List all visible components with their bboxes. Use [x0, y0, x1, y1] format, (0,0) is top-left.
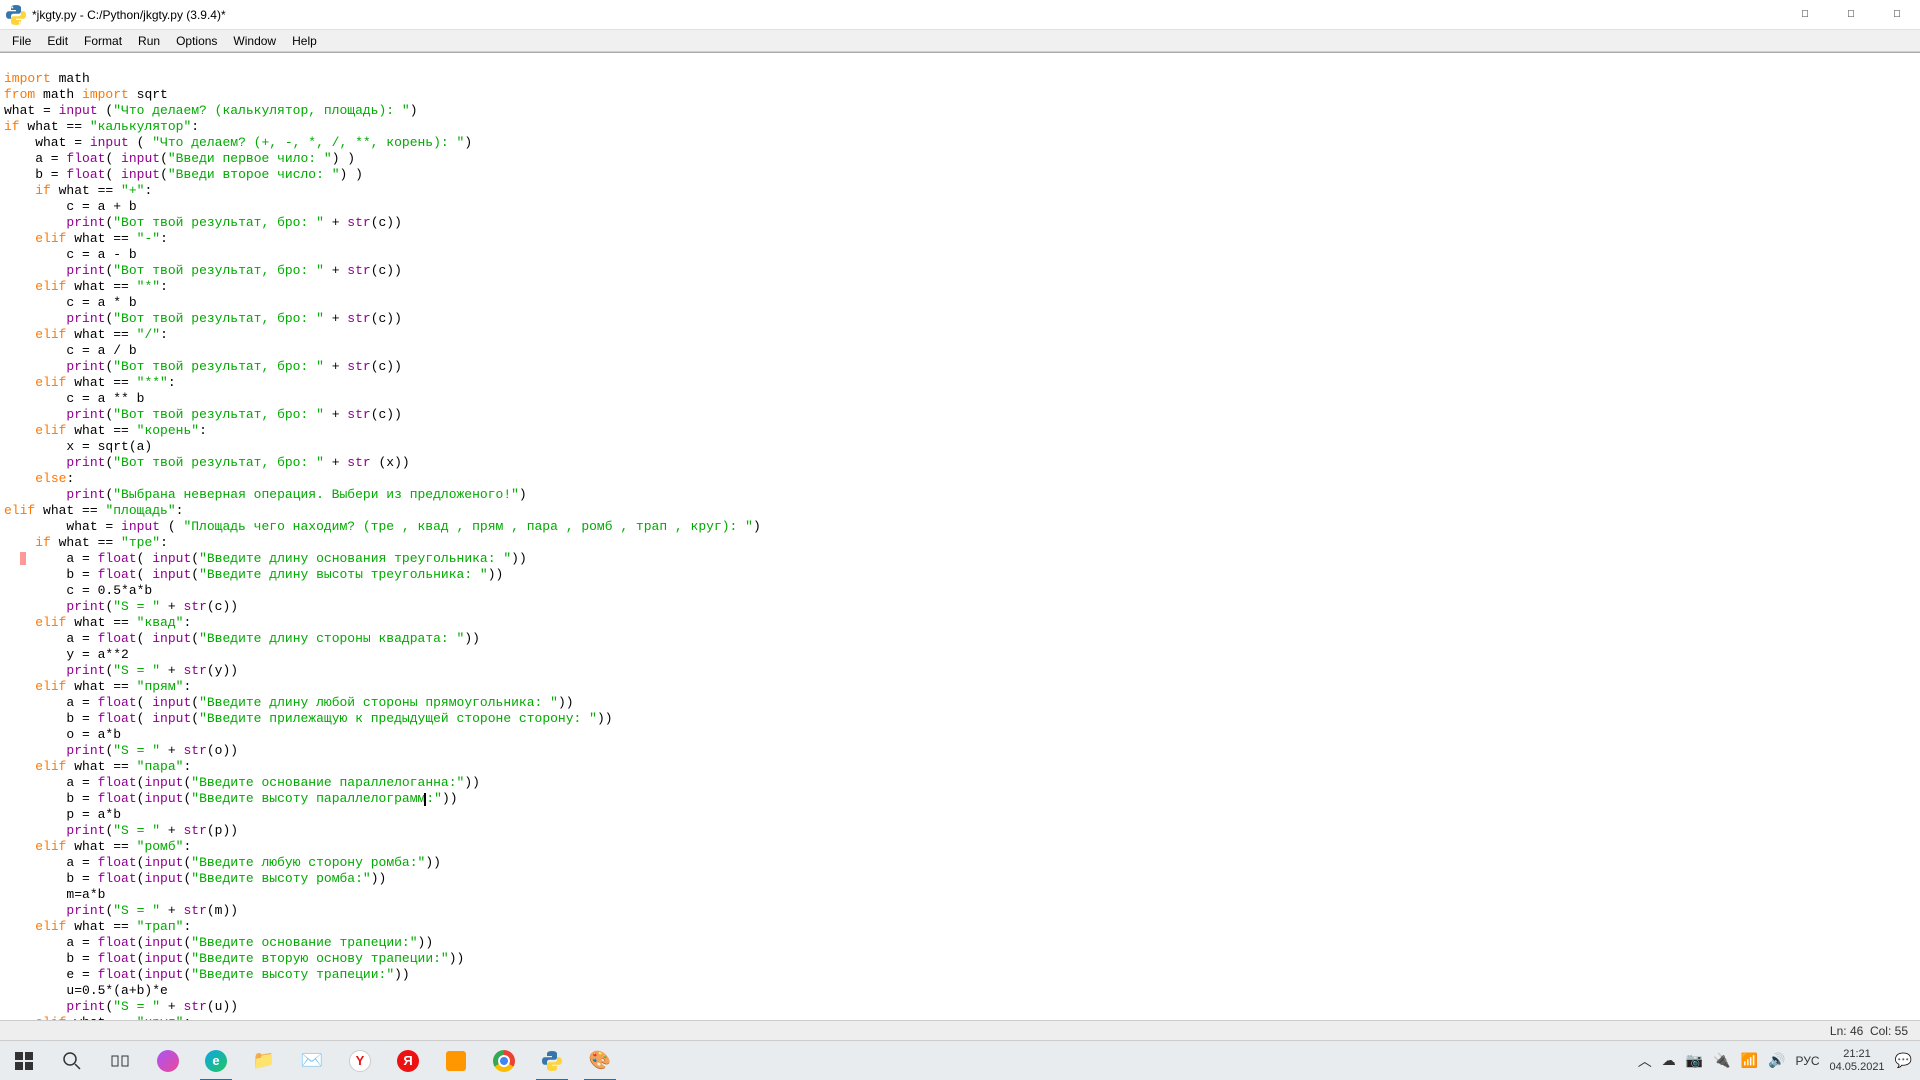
maximize-button[interactable]:  — [1828, 0, 1874, 30]
title-bar: *jkgty.py - C:/Python/jkgty.py (3.9.4)* … — [0, 0, 1920, 30]
tray-onedrive-icon[interactable]: ☁ — [1662, 1052, 1676, 1069]
tray-meet-now-icon[interactable]: 📷 — [1686, 1052, 1703, 1069]
menu-file[interactable]: File — [4, 32, 39, 50]
python-idle-icon — [6, 5, 26, 25]
tray-battery-icon[interactable]: 🔌 — [1713, 1052, 1730, 1069]
menu-run[interactable]: Run — [130, 32, 168, 50]
tray-clock[interactable]: 21:21 04.05.2021 — [1830, 1048, 1885, 1074]
tray-chevron-up-icon[interactable]: ︿ — [1638, 1051, 1652, 1071]
minimize-button[interactable]:  — [1782, 0, 1828, 30]
taskbar-app-idle[interactable] — [528, 1041, 576, 1080]
taskbar-app-edge[interactable]: e — [192, 1041, 240, 1080]
menu-options[interactable]: Options — [168, 32, 225, 50]
window-title: *jkgty.py - C:/Python/jkgty.py (3.9.4)* — [32, 8, 226, 22]
tray-language[interactable]: РУС — [1795, 1054, 1819, 1068]
menu-edit[interactable]: Edit — [39, 32, 76, 50]
taskbar-app-mail[interactable]: ✉️ — [288, 1041, 336, 1080]
menu-window[interactable]: Window — [225, 32, 284, 50]
tray-notifications-icon[interactable]: 💬 — [1895, 1052, 1912, 1069]
start-button[interactable] — [0, 1041, 48, 1080]
tray-volume-icon[interactable]: 🔊 — [1768, 1052, 1785, 1069]
menu-format[interactable]: Format — [76, 32, 130, 50]
task-view-icon[interactable] — [96, 1041, 144, 1080]
taskbar-app-yandex-red[interactable]: Я — [384, 1041, 432, 1080]
taskbar-app-sublime[interactable] — [432, 1041, 480, 1080]
taskbar-app-yandex[interactable]: Y — [336, 1041, 384, 1080]
taskbar-app-chrome[interactable] — [480, 1041, 528, 1080]
taskbar-app-alisa[interactable] — [144, 1041, 192, 1080]
taskbar-app-explorer[interactable]: 📁 — [240, 1041, 288, 1080]
menu-help[interactable]: Help — [284, 32, 325, 50]
code-editor[interactable]: import math from math import sqrt what =… — [0, 52, 1920, 1020]
status-ln: Ln: 46 — [1830, 1024, 1863, 1038]
menu-bar: File Edit Format Run Options Window Help — [0, 30, 1920, 52]
search-icon[interactable] — [48, 1041, 96, 1080]
status-col: Col: 55 — [1870, 1024, 1908, 1038]
tray-wifi-icon[interactable]: 📶 — [1741, 1052, 1758, 1069]
system-tray: ︿ ☁ 📷 🔌 📶 🔊 РУС 21:21 04.05.2021 💬 — [1638, 1048, 1920, 1074]
windows-taskbar: e 📁 ✉️ Y Я 🎨 ︿ ☁ 📷 🔌 📶 🔊 РУС 21:21 04.05… — [0, 1040, 1920, 1080]
taskbar-app-paint[interactable]: 🎨 — [576, 1041, 624, 1080]
close-button[interactable]:  — [1874, 0, 1920, 30]
status-bar: Ln: 46 Col: 55 — [0, 1020, 1920, 1040]
